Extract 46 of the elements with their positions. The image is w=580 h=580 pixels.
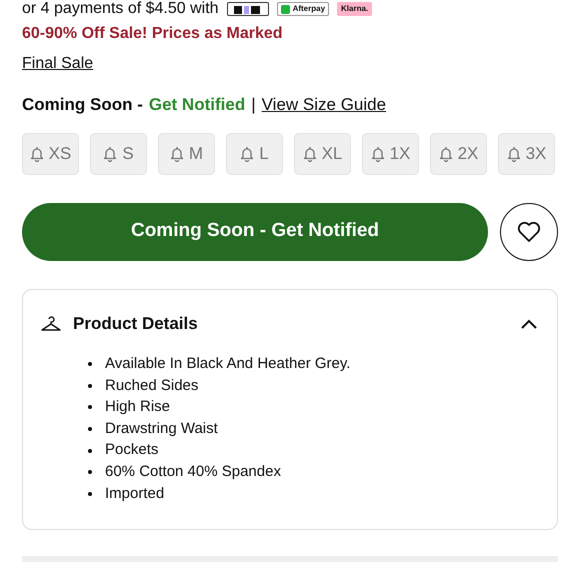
detail-item: High Rise bbox=[105, 397, 170, 418]
payment-text: or 4 payments of $4.50 with bbox=[22, 0, 219, 19]
size-button[interactable]: 1X bbox=[362, 132, 419, 174]
bell-icon bbox=[302, 146, 317, 162]
size-guide-link[interactable]: View Size Guide bbox=[262, 92, 386, 118]
size-button[interactable]: XS bbox=[22, 132, 79, 174]
get-notified-label: Get Notified bbox=[148, 94, 246, 116]
size-button[interactable]: 3X bbox=[498, 132, 555, 174]
bell-icon bbox=[103, 146, 118, 162]
bullet-icon bbox=[88, 427, 92, 432]
product-details-header[interactable]: Product Details bbox=[40, 292, 540, 356]
bell-icon bbox=[170, 146, 184, 162]
size-button[interactable]: 2X bbox=[430, 132, 487, 174]
bullet-icon bbox=[88, 492, 92, 496]
product-details-title: Product Details bbox=[73, 312, 198, 335]
bullet-icon bbox=[88, 470, 92, 474]
size-button[interactable]: XL bbox=[294, 132, 351, 174]
availability-status: Coming Soon - bbox=[22, 94, 143, 116]
detail-item: Imported bbox=[105, 484, 164, 504]
detail-item: Drawstring Waist bbox=[105, 418, 218, 439]
bullet-icon bbox=[88, 448, 92, 453]
notify-button[interactable]: Coming Soon - Get Notified bbox=[22, 202, 488, 260]
wishlist-button[interactable] bbox=[500, 202, 558, 260]
heart-icon bbox=[517, 220, 541, 242]
size-button[interactable]: L bbox=[226, 132, 283, 174]
final-sale-link[interactable]: Final Sale bbox=[22, 52, 94, 76]
hanger-icon bbox=[40, 314, 62, 332]
detail-item: 60% Cotton 40% Spandex bbox=[105, 462, 281, 482]
bell-icon bbox=[370, 146, 385, 162]
size-button[interactable]: M bbox=[158, 132, 215, 174]
bullet-icon bbox=[88, 384, 92, 388]
bullet-icon bbox=[88, 362, 92, 366]
bell-icon bbox=[506, 146, 521, 162]
bell-icon bbox=[240, 146, 254, 162]
afterpay-badge: Afterpay bbox=[276, 2, 330, 16]
sale-notice: 60-90% Off Sale! Prices as Marked bbox=[22, 24, 284, 44]
bell-icon bbox=[438, 146, 453, 162]
separator: | bbox=[251, 94, 256, 116]
zip-logo bbox=[226, 2, 269, 16]
bell-icon bbox=[30, 146, 44, 162]
klarna-badge: Klarna. bbox=[337, 2, 372, 16]
detail-item: Available In Black And Heather Grey. bbox=[105, 354, 350, 374]
detail-item: Ruched Sides bbox=[105, 376, 198, 396]
bullet-icon bbox=[88, 405, 92, 410]
size-button[interactable]: S bbox=[90, 132, 147, 174]
detail-item: Pockets bbox=[105, 440, 158, 460]
